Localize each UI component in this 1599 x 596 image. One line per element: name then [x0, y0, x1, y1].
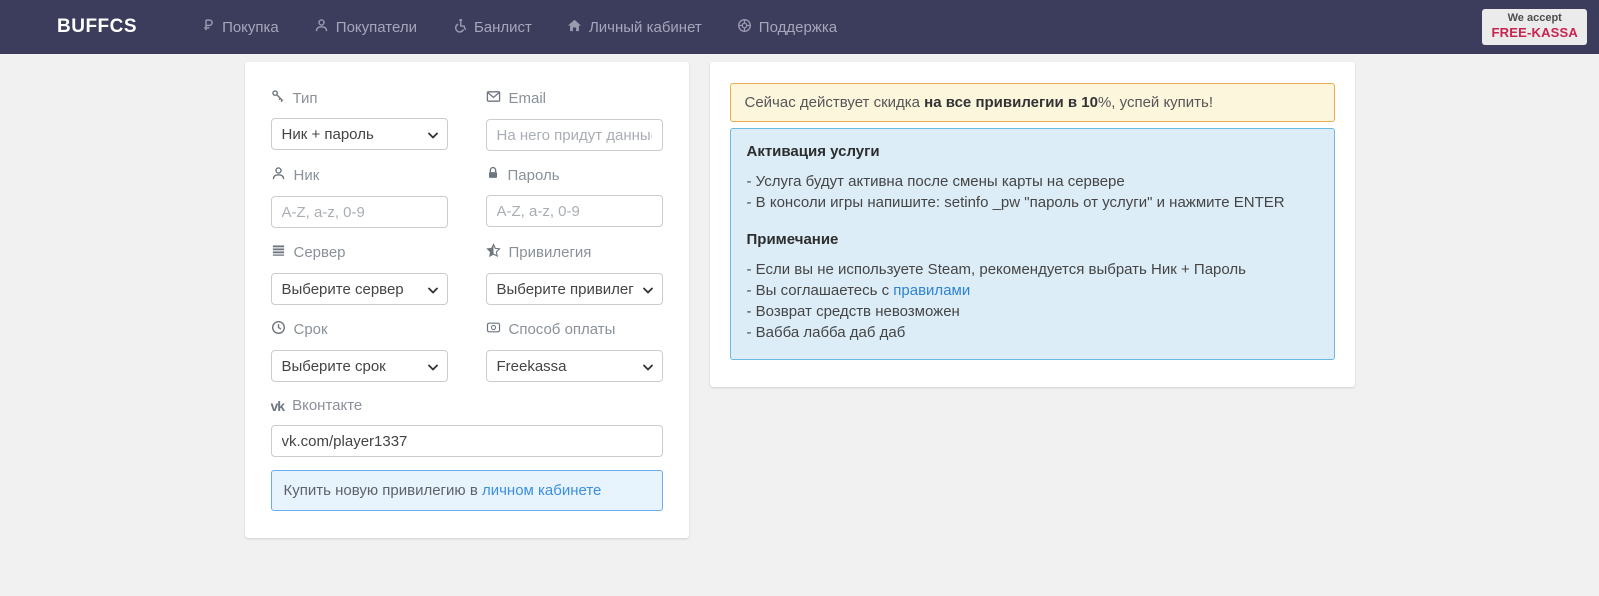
- notes-line: - Возврат средств невозможен: [747, 301, 1318, 322]
- password-label: Пароль: [486, 166, 663, 184]
- activation-title: Активация услуги: [747, 143, 1318, 160]
- payment-card-icon: [486, 320, 501, 339]
- term-select-wrap: Выберите срок: [271, 350, 448, 382]
- type-label: Тип: [271, 89, 448, 107]
- activation-line: - Услуга будут активна после смены карты…: [747, 171, 1318, 192]
- vk-icon: vk: [271, 399, 285, 413]
- type-select[interactable]: Ник + пароль: [271, 118, 448, 150]
- payment-select[interactable]: Freekassa: [486, 350, 663, 382]
- field-privilege: Привилегия Выберите привилегию: [486, 243, 663, 305]
- term-select[interactable]: Выберите срок: [271, 350, 448, 382]
- instructions-panel: Активация услуги - Услуга будут активна …: [730, 128, 1335, 360]
- field-vk: vk Вконтакте: [271, 397, 663, 457]
- server-select-wrap: Выберите сервер: [271, 273, 448, 305]
- privilege-select-wrap: Выберите привилегию: [486, 273, 663, 305]
- account-note-box: Купить новую привилегию в личном кабинет…: [271, 470, 663, 511]
- nav-item-label: Личный кабинет: [589, 19, 702, 36]
- purchase-form-card: Тип Ник + пароль: [245, 62, 689, 538]
- server-icon: [271, 243, 286, 262]
- field-payment: Способ оплаты Freekassa: [486, 320, 663, 382]
- wheelchair-icon: [452, 18, 467, 37]
- navbar: BUFFCS Покупка Покупатели Банлист Личный…: [0, 0, 1599, 54]
- main-area: Тип Ник + пароль: [0, 54, 1599, 538]
- rules-link[interactable]: правилами: [893, 282, 970, 299]
- server-label: Сервер: [271, 243, 448, 262]
- key-icon: [271, 89, 285, 107]
- user-icon: [314, 18, 329, 37]
- notes-title: Примечание: [747, 231, 1318, 248]
- user-icon: [271, 166, 286, 185]
- nick-input[interactable]: [271, 196, 448, 228]
- password-input[interactable]: [486, 195, 663, 227]
- brand-logo[interactable]: BUFFCS: [57, 16, 137, 38]
- ruble-icon: [201, 18, 215, 36]
- field-email: Email: [486, 89, 663, 151]
- lock-icon: [486, 166, 500, 184]
- discount-suffix: %, успей купить!: [1098, 94, 1213, 111]
- notes-line: - Вабба лабба даб даб: [747, 322, 1318, 343]
- freekassa-badge[interactable]: We accept FREE-KASSA: [1482, 9, 1587, 45]
- field-type: Тип Ник + пароль: [271, 89, 448, 151]
- nav-item-support[interactable]: Поддержка: [737, 18, 837, 37]
- nav-item-label: Покупка: [222, 19, 279, 36]
- email-label: Email: [486, 89, 663, 108]
- term-label: Срок: [271, 320, 448, 339]
- form-grid: Тип Ник + пароль: [271, 89, 663, 397]
- nav-item-buyers[interactable]: Покупатели: [314, 18, 417, 37]
- notes-line: - Если вы не используете Steam, рекоменд…: [747, 259, 1318, 280]
- discount-alert: Сейчас действует скидка на все привилеги…: [730, 83, 1335, 122]
- badge-line1: We accept: [1491, 12, 1578, 25]
- discount-prefix: Сейчас действует скидка: [745, 94, 925, 111]
- star-half-icon: [486, 243, 501, 262]
- clock-icon: [271, 320, 286, 339]
- envelope-icon: [486, 89, 501, 108]
- rules-line-prefix: - Вы соглашаетесь с: [747, 282, 894, 299]
- vk-label: vk Вконтакте: [271, 397, 663, 414]
- server-select[interactable]: Выберите сервер: [271, 273, 448, 305]
- content-container: Тип Ник + пароль: [245, 62, 1355, 538]
- nav-item-label: Покупатели: [336, 19, 417, 36]
- payment-select-wrap: Freekassa: [486, 350, 663, 382]
- vk-input[interactable]: [271, 425, 663, 457]
- nav-item-banlist[interactable]: Банлист: [452, 18, 532, 37]
- nav-menu: Покупка Покупатели Банлист Личный кабине…: [201, 18, 1482, 37]
- support-icon: [737, 18, 752, 37]
- badge-line2: FREE-KASSA: [1491, 25, 1578, 41]
- nav-item-label: Поддержка: [759, 19, 837, 36]
- email-input[interactable]: [486, 119, 663, 151]
- note-text: Купить новую привилегию в: [284, 482, 482, 499]
- notes-section: Примечание - Если вы не используете Stea…: [747, 231, 1318, 343]
- payment-label: Способ оплаты: [486, 320, 663, 339]
- account-link[interactable]: личном кабинете: [482, 482, 601, 499]
- nav-item-account[interactable]: Личный кабинет: [567, 18, 702, 37]
- field-server: Сервер Выберите сервер: [271, 243, 448, 305]
- privilege-select[interactable]: Выберите привилегию: [486, 273, 663, 305]
- discount-bold: на все привилегии в 10: [924, 94, 1098, 111]
- activation-line: - В консоли игры напишите: setinfo _pw "…: [747, 192, 1318, 213]
- privilege-label: Привилегия: [486, 243, 663, 262]
- nav-item-label: Банлист: [474, 19, 532, 36]
- nav-item-purchase[interactable]: Покупка: [201, 18, 279, 36]
- field-nick: Ник: [271, 166, 448, 228]
- field-term: Срок Выберите срок: [271, 320, 448, 382]
- field-password: Пароль: [486, 166, 663, 228]
- type-select-wrap: Ник + пароль: [271, 118, 448, 150]
- info-card: Сейчас действует скидка на все привилеги…: [710, 62, 1355, 387]
- home-icon: [567, 18, 582, 37]
- nick-label: Ник: [271, 166, 448, 185]
- notes-line: - Вы соглашаетесь с правилами: [747, 280, 1318, 301]
